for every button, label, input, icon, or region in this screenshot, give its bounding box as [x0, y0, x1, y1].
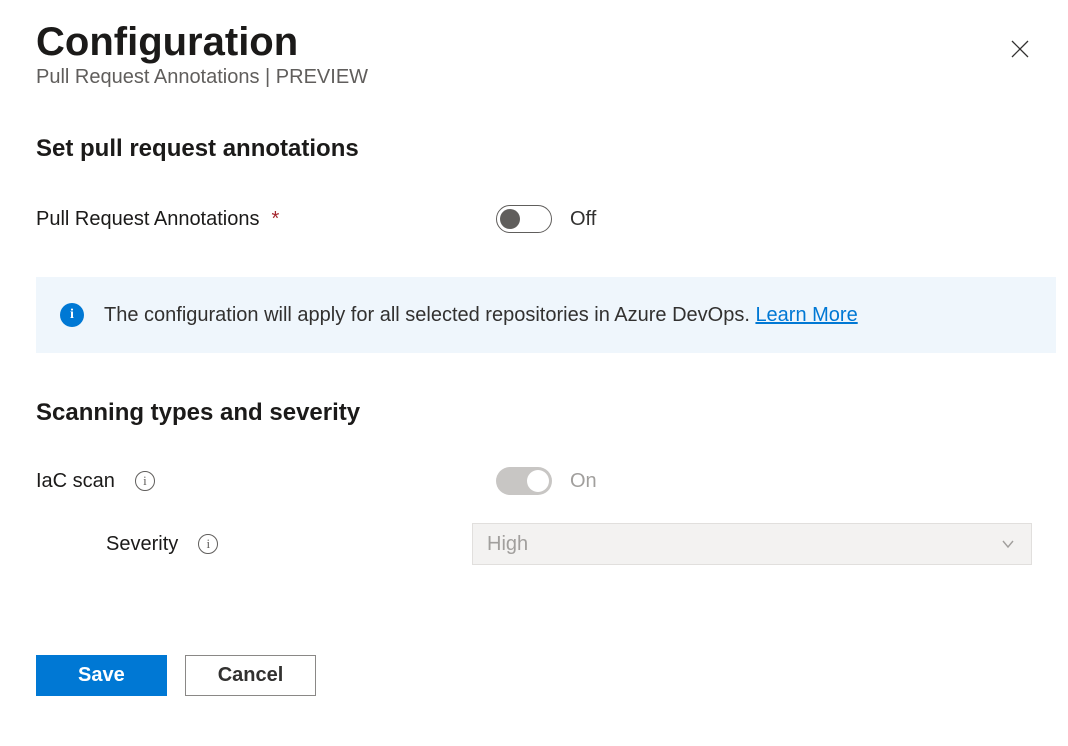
- severity-label: Severity: [106, 533, 178, 556]
- iac-toggle-state: On: [570, 470, 597, 493]
- info-bar: i The configuration will apply for all s…: [36, 277, 1056, 353]
- iac-toggle: [496, 467, 552, 495]
- info-tooltip-icon[interactable]: i: [135, 471, 155, 491]
- iac-scan-label: IaC scan: [36, 470, 115, 493]
- severity-dropdown: High: [472, 523, 1032, 565]
- pra-label: Pull Request Annotations: [36, 208, 260, 231]
- chevron-down-icon: [999, 535, 1017, 553]
- page-subtitle: Pull Request Annotations | PREVIEW: [36, 66, 368, 89]
- required-star-icon: *: [272, 208, 280, 231]
- section-heading-pra: Set pull request annotations: [36, 135, 1032, 163]
- save-button[interactable]: Save: [36, 655, 167, 696]
- info-tooltip-icon[interactable]: i: [198, 534, 218, 554]
- learn-more-link[interactable]: Learn More: [755, 304, 857, 326]
- pra-toggle[interactable]: [496, 205, 552, 233]
- close-button[interactable]: [1002, 30, 1038, 70]
- cancel-button[interactable]: Cancel: [185, 655, 317, 696]
- section-heading-scan: Scanning types and severity: [36, 399, 1032, 427]
- toggle-knob-icon: [500, 209, 520, 229]
- toggle-knob-icon: [527, 470, 549, 492]
- page-title: Configuration: [36, 20, 368, 64]
- info-text: The configuration will apply for all sel…: [104, 304, 750, 326]
- close-icon: [1010, 34, 1030, 65]
- pra-toggle-state: Off: [570, 208, 596, 231]
- severity-value: High: [487, 533, 528, 556]
- info-icon: i: [60, 303, 84, 327]
